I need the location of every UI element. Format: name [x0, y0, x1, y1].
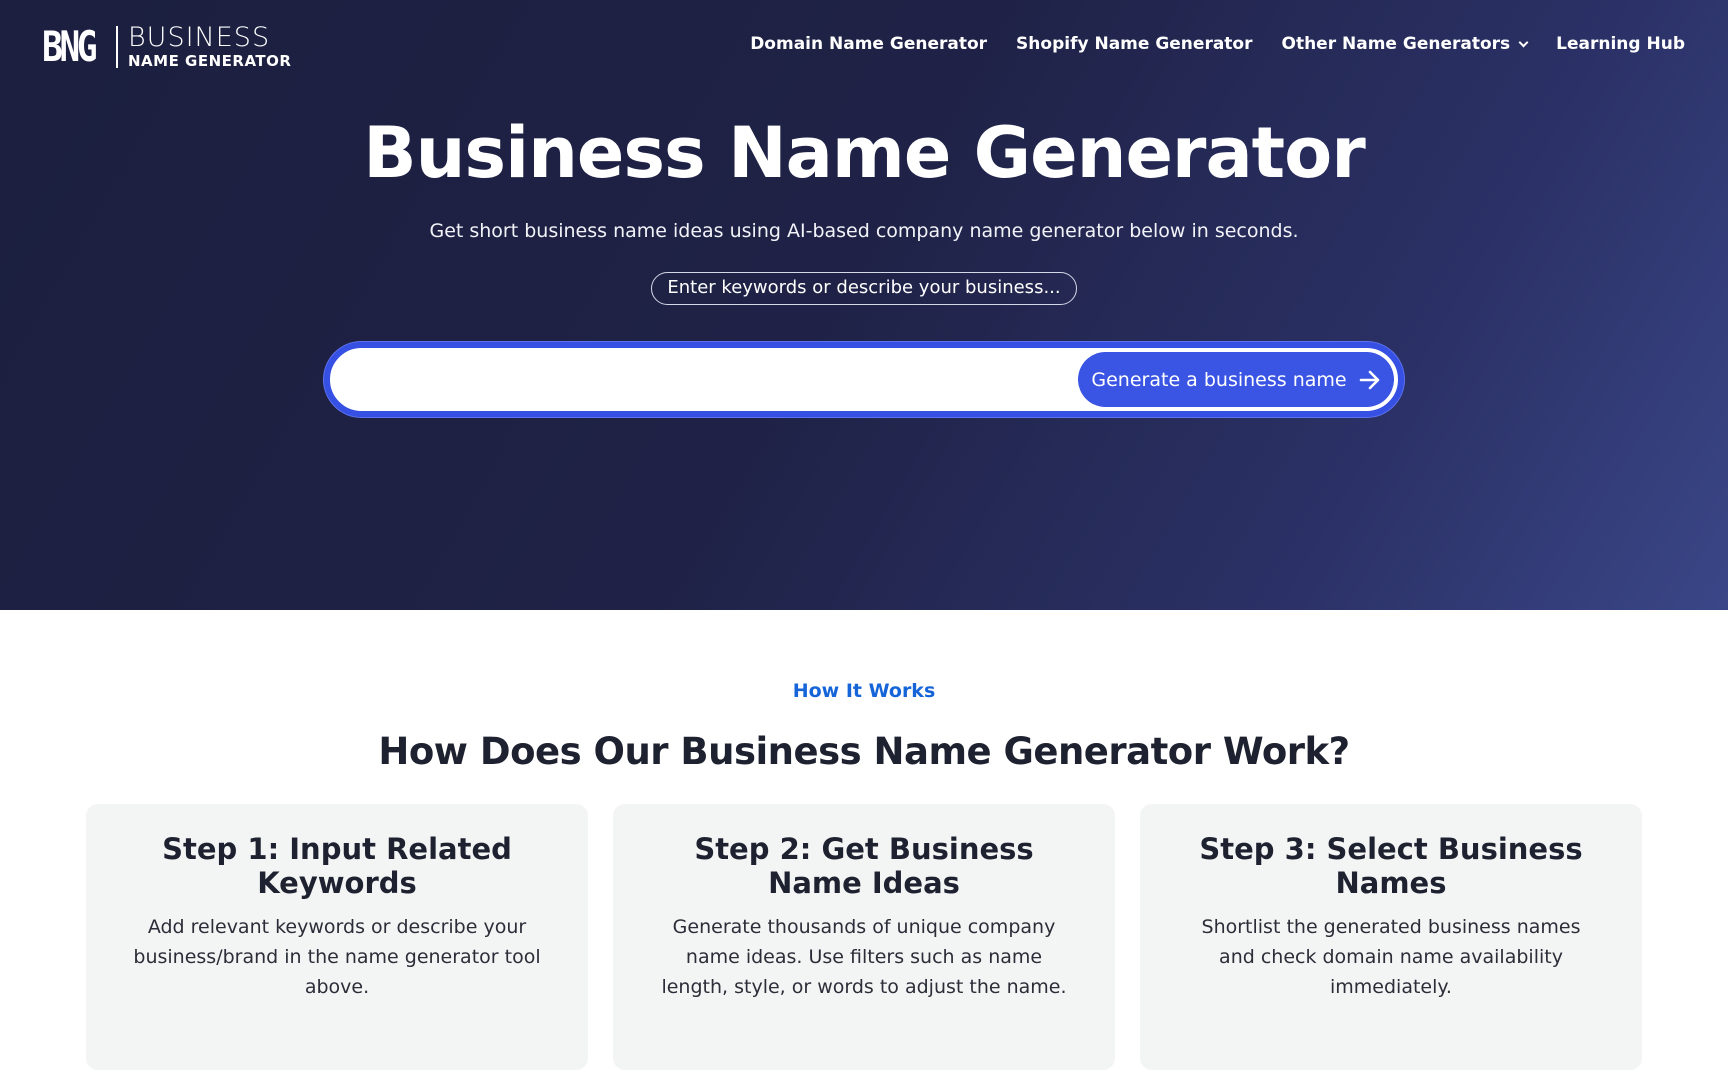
business-keywords-input[interactable] — [350, 356, 1070, 406]
section-kicker: How It Works — [792, 680, 936, 702]
site-header: BNG BUSINESS NAME GENERATOR Domain Name … — [0, 0, 1728, 96]
search-bar: Generate a business name — [324, 342, 1404, 417]
hero-section: BNG BUSINESS NAME GENERATOR Domain Name … — [0, 0, 1728, 610]
nav-shopify-name-generator[interactable]: Shopify Name Generator — [1016, 34, 1252, 54]
chevron-down-icon — [1518, 37, 1529, 47]
page-title: Business Name Generator — [363, 112, 1366, 194]
step-description: Shortlist the generated business names a… — [1201, 916, 1581, 998]
step-description: Generate thousands of unique company nam… — [661, 916, 1067, 998]
step-description: Add relevant keywords or describe your b… — [133, 916, 541, 998]
arrow-right-icon — [1359, 370, 1379, 389]
logo-mark: BNG — [42, 22, 98, 71]
hero-subtitle: Get short business name ideas using AI-b… — [429, 220, 1299, 242]
site-logo[interactable]: BNG BUSINESS NAME GENERATOR — [42, 22, 292, 71]
logo-text: BUSINESS NAME GENERATOR — [128, 22, 292, 71]
nav-label: Domain Name Generator — [750, 34, 988, 54]
input-hint-label: Enter keywords or describe your business… — [651, 272, 1077, 305]
step-title: Step 1: Input Related Keywords — [162, 832, 512, 900]
step-card-3: Step 3: Select Business Names Shortlist … — [1140, 804, 1642, 1070]
nav-domain-name-generator[interactable]: Domain Name Generator — [750, 34, 987, 54]
nav-label: Other Name Generators — [1281, 34, 1511, 54]
section-title: How Does Our Business Name Generator Wor… — [378, 730, 1350, 773]
nav-label: Shopify Name Generator — [1016, 34, 1253, 54]
nav-other-name-generators[interactable]: Other Name Generators — [1281, 34, 1529, 54]
generate-business-name-button[interactable]: Generate a business name — [1078, 352, 1394, 407]
nav-learning-hub[interactable]: Learning Hub — [1556, 34, 1685, 54]
step-card-1: Step 1: Input Related Keywords Add relev… — [86, 804, 588, 1070]
steps-cards: Step 1: Input Related Keywords Add relev… — [86, 804, 1642, 1070]
logo-line-2: NAME GENERATOR — [128, 52, 292, 70]
generate-button-label: Generate a business name — [1091, 368, 1347, 391]
logo-divider — [116, 26, 118, 68]
nav-label: Learning Hub — [1556, 34, 1685, 54]
step-title: Step 2: Get Business Name Ideas — [694, 832, 1034, 900]
main-nav: Domain Name Generator Shopify Name Gener… — [721, 34, 1685, 54]
step-title: Step 3: Select Business Names — [1199, 832, 1583, 900]
step-card-2: Step 2: Get Business Name Ideas Generate… — [613, 804, 1115, 1070]
logo-line-1: BUSINESS — [128, 22, 271, 53]
